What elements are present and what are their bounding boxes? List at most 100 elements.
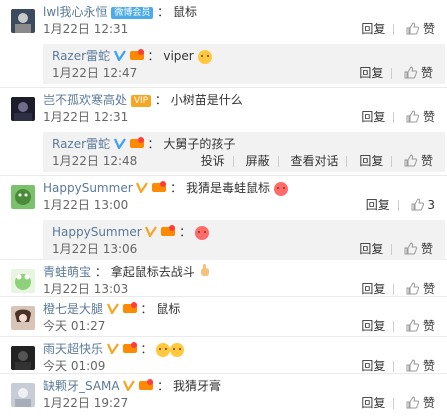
comment-item: 橙七是大腿 ： 鼠标 今天 01:27 回复 赞: [0, 297, 447, 337]
separator: ：: [147, 137, 160, 151]
like-button[interactable]: 赞: [406, 317, 435, 335]
like-label: 赞: [422, 110, 435, 124]
divider: [393, 321, 395, 332]
timestamp: 1月22日 13:06: [52, 242, 138, 256]
separator: ：: [154, 93, 167, 107]
reply-button[interactable]: 回复: [361, 359, 385, 373]
verified-icon: [113, 137, 126, 153]
grinning-emoji-icon: [197, 49, 212, 64]
like-label: 赞: [420, 154, 433, 168]
divider: [391, 68, 393, 79]
username[interactable]: HappySummer: [52, 225, 142, 239]
avatar[interactable]: [11, 383, 35, 407]
like-button[interactable]: 赞: [404, 64, 433, 82]
like-button[interactable]: 赞: [406, 108, 435, 126]
divider: [277, 156, 279, 167]
laughing-emoji-icon: [156, 342, 171, 357]
reply-button[interactable]: 回复: [361, 319, 385, 333]
reply-button[interactable]: 回复: [359, 154, 383, 168]
avatar[interactable]: [11, 346, 35, 370]
username[interactable]: lwl我心永恒: [43, 5, 107, 19]
comment-text: 我猜牙膏: [172, 379, 221, 393]
separator: ：: [94, 265, 107, 279]
like-label: 赞: [422, 22, 435, 36]
username[interactable]: 雨天超快乐: [43, 342, 103, 356]
username[interactable]: HappySummer: [43, 181, 133, 195]
separator: ：: [179, 225, 192, 239]
separator: ：: [170, 181, 183, 195]
block-button[interactable]: 屏蔽: [246, 154, 270, 168]
fan-badge-icon: [152, 180, 167, 197]
thumbs-up-icon: [406, 110, 420, 123]
reply-text: 大舅子的孩子: [163, 137, 236, 151]
fan-badge-icon: [122, 301, 137, 318]
timestamp: 1月22日 12:48: [52, 154, 138, 168]
verified-icon: [113, 49, 126, 65]
like-count: 3: [427, 198, 435, 212]
username[interactable]: 青蛙萌宝: [43, 265, 91, 279]
username[interactable]: Razer雷蛇: [52, 137, 110, 151]
avatar[interactable]: [11, 269, 35, 293]
like-button[interactable]: 赞: [406, 357, 435, 375]
reply-button[interactable]: 回复: [361, 110, 385, 124]
reply-button[interactable]: 回复: [361, 396, 385, 410]
like-label: 赞: [420, 66, 433, 80]
timestamp: 1月22日 13:03: [43, 282, 129, 296]
report-button[interactable]: 投诉: [201, 154, 225, 168]
laughing-emoji-icon: [170, 342, 185, 357]
fan-badge-icon: [139, 378, 154, 395]
reply-button[interactable]: 回复: [359, 66, 383, 80]
fan-badge-icon: [129, 48, 144, 65]
username[interactable]: Razer雷蛇: [52, 49, 110, 63]
like-button[interactable]: 赞: [406, 280, 435, 298]
comment-item: 缺颗牙_SAMA ： 我猜牙膏 1月22日 19:27 回复 赞: [0, 374, 447, 420]
comment-text: 我猜是毒蛙鼠标: [185, 181, 270, 195]
reply-button[interactable]: 回复: [366, 198, 390, 212]
avatar[interactable]: [11, 97, 35, 121]
vip-v-icon: [123, 379, 136, 395]
divider: [393, 24, 395, 35]
divider: [393, 398, 395, 409]
comment-item: lwl我心永恒 微博会员 ： 鼠标 1月22日 12:31 回复 赞 Razer…: [0, 0, 447, 88]
username[interactable]: 橙七是大腿: [43, 302, 103, 316]
avatar[interactable]: [11, 306, 35, 330]
comment-item: 青蛙萌宝 ： 拿起鼠标去战斗 1月22日 13:03 回复 赞: [0, 260, 447, 297]
reply-item: HappySummer ： 1月22日 13:06 回复 赞: [43, 220, 445, 260]
reply-button[interactable]: 回复: [361, 282, 385, 296]
like-label: 赞: [420, 242, 433, 256]
vip-v-icon: [106, 342, 119, 358]
thumbs-up-icon: [404, 242, 418, 255]
thumbs-up-icon: [411, 198, 424, 211]
timestamp: 1月22日 12:47: [52, 66, 138, 80]
separator: ：: [140, 302, 153, 316]
separator: ：: [140, 342, 153, 356]
blush-emoji-icon: [194, 225, 209, 240]
thumbs-up-icon: [406, 359, 420, 372]
like-button[interactable]: 赞: [404, 152, 433, 170]
username[interactable]: 缺颗牙_SAMA: [43, 379, 120, 393]
like-button[interactable]: 赞: [406, 20, 435, 38]
username[interactable]: 岂不孤欢寒高处: [43, 93, 127, 107]
like-button[interactable]: 赞: [404, 240, 433, 258]
divider: [346, 156, 348, 167]
thumbs-up-icon: [406, 396, 420, 409]
avatar[interactable]: [11, 185, 35, 209]
avatar[interactable]: [11, 9, 35, 33]
fan-badge-icon: [122, 341, 137, 358]
fan-badge-icon: [161, 224, 176, 241]
divider: [391, 156, 393, 167]
like-button[interactable]: 赞: [406, 394, 435, 412]
fist-emoji-icon: [199, 264, 211, 281]
like-button[interactable]: 3: [411, 196, 435, 214]
divider: [393, 361, 395, 372]
reply-button[interactable]: 回复: [361, 22, 385, 36]
reply-button[interactable]: 回复: [359, 242, 383, 256]
comment-text: 鼠标: [156, 302, 181, 316]
view-conversation-button[interactable]: 查看对话: [290, 154, 338, 168]
divider: [232, 156, 234, 167]
like-label: 赞: [422, 359, 435, 373]
thumbs-up-icon: [406, 282, 420, 295]
member-badge[interactable]: 微博会员: [111, 6, 154, 19]
vip-badge[interactable]: VIP: [130, 94, 152, 107]
reply-item: Razer雷蛇 ： viper 1月22日 12:47 回复 赞: [43, 44, 445, 84]
